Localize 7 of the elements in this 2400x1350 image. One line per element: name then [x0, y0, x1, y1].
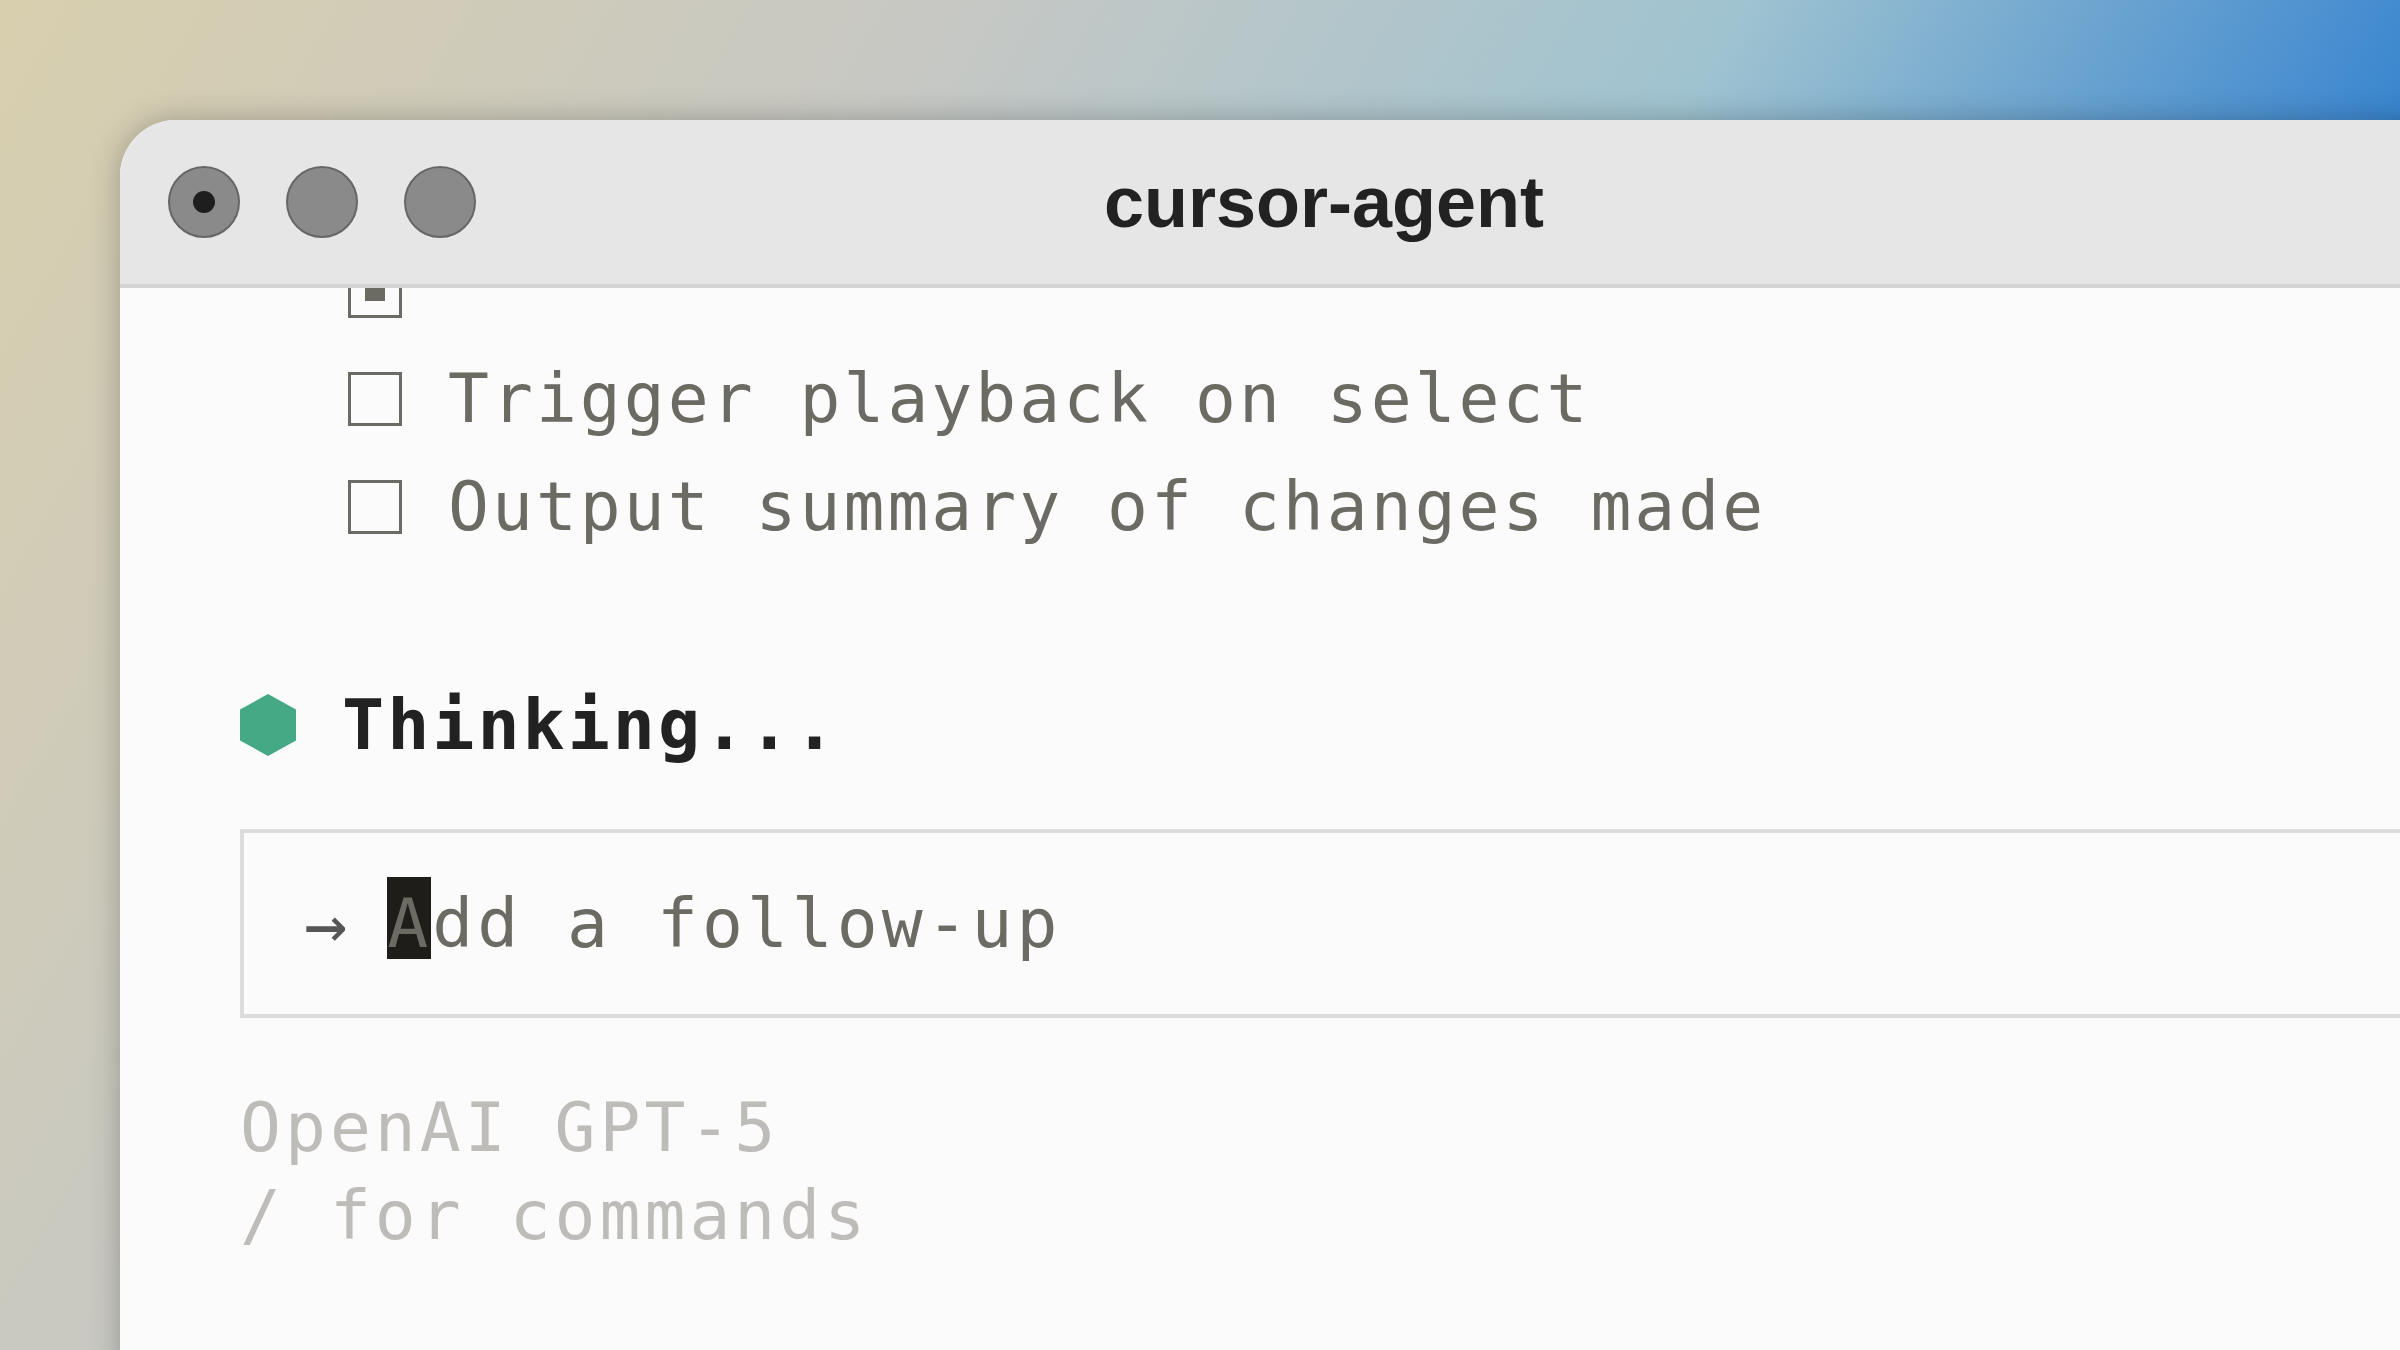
status-text: Thinking... [342, 682, 839, 768]
window-title: cursor-agent [1103, 161, 1545, 244]
todo-item: Output summary of changes made [448, 466, 1767, 548]
todo-item: Trigger playback on select [448, 358, 1591, 440]
arrow-icon: → [304, 869, 348, 978]
footer-text: OpenAI GPT-5 [240, 1087, 781, 1169]
footer-text: / for commands [240, 1175, 871, 1257]
